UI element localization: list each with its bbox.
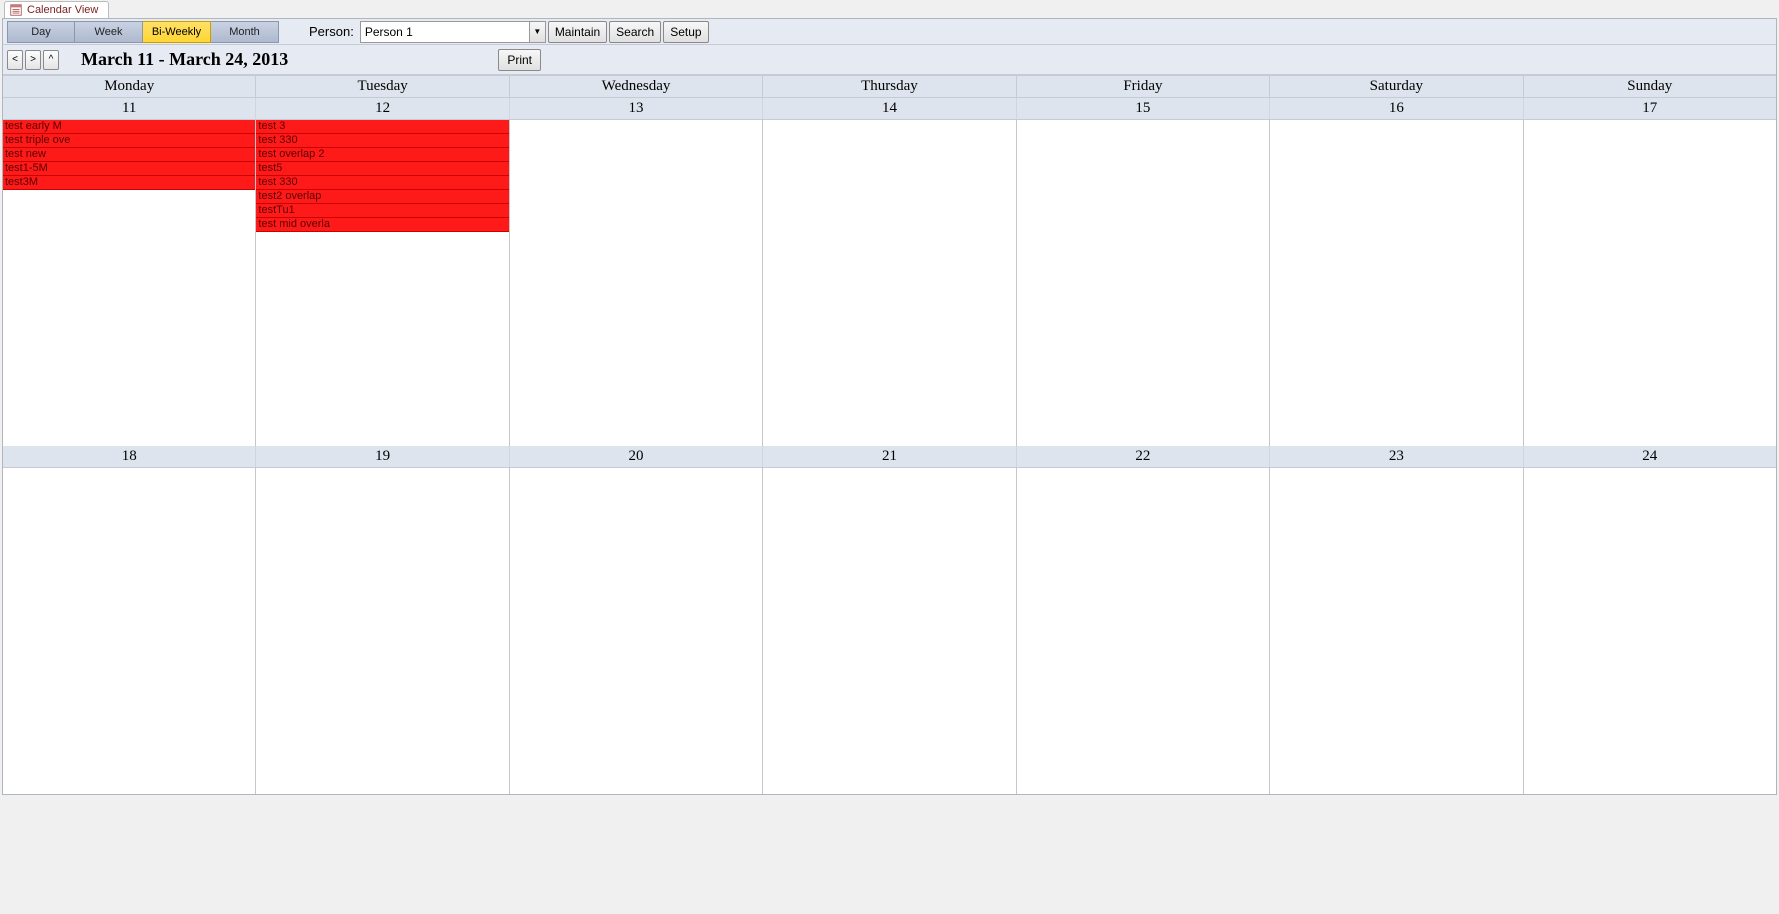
next-button[interactable]: > (25, 50, 41, 70)
day-cell[interactable] (1270, 468, 1523, 794)
calendar-event[interactable]: test early M (3, 120, 255, 134)
view-tab-month[interactable]: Month (211, 21, 279, 43)
day-name: Monday (3, 76, 256, 97)
person-dropdown-button[interactable]: ▼ (530, 21, 546, 43)
day-cell[interactable] (510, 468, 763, 794)
print-button[interactable]: Print (498, 49, 541, 71)
maintain-button[interactable]: Maintain (548, 21, 607, 43)
view-tab-day[interactable]: Day (7, 21, 75, 43)
calendar-event[interactable]: test triple ove (3, 134, 255, 148)
nav-row: < > ^ March 11 - March 24, 2013 Print (3, 45, 1776, 75)
date-cell[interactable]: 21 (763, 446, 1016, 467)
calendar-event[interactable]: test 3 (256, 120, 508, 134)
date-cell[interactable]: 22 (1017, 446, 1270, 467)
view-tab-biweekly[interactable]: Bi-Weekly (143, 21, 211, 43)
calendar-event[interactable]: test5 (256, 162, 508, 176)
date-cell[interactable]: 13 (510, 98, 763, 119)
person-select-wrap: ▼ (360, 21, 546, 43)
day-name: Tuesday (256, 76, 509, 97)
week2-body (3, 468, 1776, 794)
date-cell[interactable]: 12 (256, 98, 509, 119)
search-button[interactable]: Search (609, 21, 661, 43)
day-cell[interactable] (1524, 120, 1776, 446)
week1-dates-row: 11 12 13 14 15 16 17 (3, 98, 1776, 120)
date-cell[interactable]: 17 (1524, 98, 1776, 119)
day-names-row: Monday Tuesday Wednesday Thursday Friday… (3, 75, 1776, 98)
day-cell[interactable] (256, 468, 509, 794)
date-cell[interactable]: 19 (256, 446, 509, 467)
calendar-event[interactable]: test2 overlap (256, 190, 508, 204)
date-cell[interactable]: 11 (3, 98, 256, 119)
day-cell[interactable] (510, 120, 763, 446)
day-name: Wednesday (510, 76, 763, 97)
calendar-event[interactable]: test mid overla (256, 218, 508, 232)
day-cell[interactable] (763, 468, 1016, 794)
prev-button[interactable]: < (7, 50, 23, 70)
day-cell[interactable]: test early Mtest triple ovetest newtest1… (3, 120, 256, 446)
up-button[interactable]: ^ (43, 50, 59, 70)
day-cell[interactable] (1017, 120, 1270, 446)
date-cell[interactable]: 23 (1270, 446, 1523, 467)
form-icon (9, 3, 23, 17)
calendar-event[interactable]: test3M (3, 176, 255, 190)
day-cell[interactable]: test 3test 330test overlap 2test5test 33… (256, 120, 509, 446)
date-cell[interactable]: 20 (510, 446, 763, 467)
calendar-event[interactable]: testTu1 (256, 204, 508, 218)
calendar-event[interactable]: test new (3, 148, 255, 162)
calendar-container: Day Week Bi-Weekly Month Person: ▼ Maint… (2, 18, 1777, 795)
week2-dates-row: 18 19 20 21 22 23 24 (3, 446, 1776, 468)
window-tab-bar: Calendar View (0, 0, 1779, 18)
day-cell[interactable] (1524, 468, 1776, 794)
view-tab-week[interactable]: Week (75, 21, 143, 43)
day-cell[interactable] (1270, 120, 1523, 446)
toolbar: Day Week Bi-Weekly Month Person: ▼ Maint… (3, 19, 1776, 45)
calendar-event[interactable]: test 330 (256, 134, 508, 148)
date-cell[interactable]: 24 (1524, 446, 1776, 467)
week1-body: test early Mtest triple ovetest newtest1… (3, 120, 1776, 446)
day-name: Thursday (763, 76, 1016, 97)
day-cell[interactable] (763, 120, 1016, 446)
calendar-event[interactable]: test 330 (256, 176, 508, 190)
day-name: Sunday (1524, 76, 1776, 97)
person-select[interactable] (360, 21, 530, 43)
person-label: Person: (309, 24, 354, 39)
day-cell[interactable] (3, 468, 256, 794)
chevron-down-icon: ▼ (533, 27, 541, 36)
day-cell[interactable] (1017, 468, 1270, 794)
day-name: Saturday (1270, 76, 1523, 97)
view-tabs: Day Week Bi-Weekly Month (7, 21, 279, 43)
date-range: March 11 - March 24, 2013 (81, 49, 288, 70)
setup-button[interactable]: Setup (663, 21, 708, 43)
date-cell[interactable]: 14 (763, 98, 1016, 119)
date-cell[interactable]: 15 (1017, 98, 1270, 119)
window-tab-label: Calendar View (27, 4, 98, 16)
date-cell[interactable]: 16 (1270, 98, 1523, 119)
calendar-event[interactable]: test1-5M (3, 162, 255, 176)
day-name: Friday (1017, 76, 1270, 97)
window-tab[interactable]: Calendar View (4, 1, 109, 18)
date-cell[interactable]: 18 (3, 446, 256, 467)
calendar-event[interactable]: test overlap 2 (256, 148, 508, 162)
